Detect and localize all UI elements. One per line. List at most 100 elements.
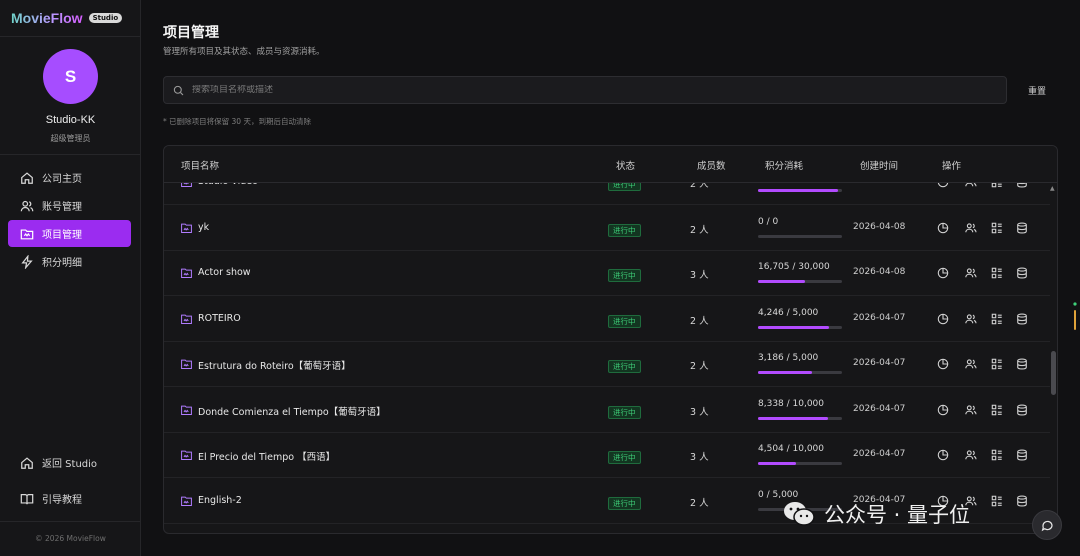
status-badge: 进行中 bbox=[608, 269, 641, 282]
storage-icon[interactable] bbox=[1016, 221, 1028, 234]
member-count: 2 人 bbox=[690, 183, 709, 190]
stats-icon[interactable] bbox=[937, 183, 949, 188]
members-icon[interactable] bbox=[965, 404, 977, 416]
projects-table: 项目名称 状态 成员数 积分消耗 创建时间 操作 Studio Video 进行中… bbox=[163, 145, 1058, 534]
credits-usage: 3,186 / 5,000 bbox=[758, 353, 819, 363]
credits-progress-fill bbox=[758, 371, 812, 374]
details-icon[interactable] bbox=[991, 222, 1003, 234]
reset-button[interactable]: 重置 bbox=[1020, 82, 1054, 98]
details-icon[interactable] bbox=[991, 495, 1003, 507]
project-folder-icon bbox=[181, 223, 192, 233]
details-icon[interactable] bbox=[991, 183, 1003, 188]
stats-icon[interactable] bbox=[937, 404, 949, 416]
members-icon[interactable] bbox=[965, 267, 977, 279]
sidebar-item-accounts[interactable]: 账号管理 bbox=[8, 192, 131, 219]
storage-icon[interactable] bbox=[1016, 358, 1028, 370]
created-date: 2026-04-07 bbox=[853, 449, 906, 459]
book-icon bbox=[20, 492, 34, 506]
chat-button[interactable] bbox=[1032, 510, 1062, 540]
scroll-up-arrow-icon[interactable]: ▲ bbox=[1050, 185, 1055, 192]
members-icon[interactable] bbox=[965, 313, 977, 325]
status-badge: 进行中 bbox=[608, 451, 641, 464]
project-name[interactable]: Studio Video bbox=[198, 183, 258, 187]
project-folder-icon bbox=[181, 183, 192, 187]
project-name[interactable]: Donde Comienza el Tiempo【葡萄牙语】 bbox=[198, 404, 386, 418]
member-count: 2 人 bbox=[690, 497, 709, 509]
column-header-status[interactable]: 状态 bbox=[616, 158, 635, 172]
stats-icon[interactable] bbox=[937, 313, 949, 325]
storage-icon[interactable] bbox=[1016, 494, 1028, 507]
sidebar-item-projects[interactable]: 项目管理 bbox=[8, 220, 131, 247]
sidebar-item-tutorial[interactable]: 引导教程 bbox=[8, 485, 131, 512]
divider bbox=[0, 154, 141, 155]
storage-icon[interactable] bbox=[1016, 312, 1028, 325]
members-icon[interactable] bbox=[965, 449, 977, 461]
sidebar-item-company-home[interactable]: 公司主页 bbox=[8, 164, 131, 191]
members-icon[interactable] bbox=[965, 222, 977, 234]
divider bbox=[0, 36, 141, 37]
project-folder-icon bbox=[181, 496, 192, 506]
column-header-credits[interactable]: 积分消耗 bbox=[765, 158, 803, 172]
storage-icon[interactable] bbox=[1016, 449, 1028, 461]
project-name[interactable]: yk bbox=[198, 222, 209, 233]
stats-icon[interactable] bbox=[937, 267, 949, 279]
details-icon[interactable] bbox=[991, 313, 1003, 325]
retention-note: * 已删除项目将保留 30 天，到期后自动清除 bbox=[163, 117, 311, 126]
project-name[interactable]: English-2 bbox=[198, 495, 242, 506]
project-name[interactable]: El Precio del Tiempo 【西语】 bbox=[198, 449, 335, 463]
column-header-created[interactable]: 创建时间 bbox=[860, 158, 898, 172]
project-name[interactable]: Estrutura do Roteiro【葡萄牙语】 bbox=[198, 358, 351, 372]
search-icon bbox=[173, 85, 184, 95]
table-row[interactable]: Studio Video 进行中 2 人 2026-04-10 bbox=[164, 183, 1050, 205]
member-count: 3 人 bbox=[690, 406, 709, 418]
user-role: 超级管理员 bbox=[50, 134, 91, 143]
table-row[interactable]: Actor show 进行中 3 人 16,705 / 30,000 2026-04-0… bbox=[164, 251, 1050, 296]
status-badge: 进行中 bbox=[608, 223, 641, 237]
sidebar-item-label: 账号管理 bbox=[42, 202, 82, 213]
brand-logo-text: MovieFlow bbox=[11, 10, 83, 26]
details-icon[interactable] bbox=[991, 449, 1003, 461]
stats-icon[interactable] bbox=[937, 222, 949, 234]
credits-usage: 4,504 / 10,000 bbox=[758, 444, 825, 454]
member-count: 3 人 bbox=[690, 452, 709, 463]
created-date: 2026-04-07 bbox=[853, 403, 906, 414]
project-name[interactable]: Actor show bbox=[198, 267, 251, 278]
avatar[interactable]: S bbox=[43, 49, 98, 104]
details-icon[interactable] bbox=[991, 358, 1003, 370]
column-header-members[interactable]: 成员数 bbox=[697, 158, 726, 172]
table-body: Studio Video 进行中 2 人 2026-04-10 yk 进行中 2 人 0 / … bbox=[164, 183, 1057, 533]
members-icon[interactable] bbox=[965, 358, 977, 370]
folder-icon bbox=[20, 227, 34, 241]
edge-indicator bbox=[1073, 302, 1077, 330]
chat-bubble-icon bbox=[1041, 520, 1053, 531]
member-count: 3 人 bbox=[690, 270, 709, 281]
project-name[interactable]: ROTEIRO bbox=[198, 313, 241, 324]
storage-icon[interactable] bbox=[1016, 267, 1028, 279]
sidebar-item-label: 项目管理 bbox=[42, 230, 82, 241]
sidebar-item-credits[interactable]: 积分明细 bbox=[8, 248, 131, 275]
watermark: 公众号 · 量子位 bbox=[782, 494, 970, 534]
sidebar-item-label: 公司主页 bbox=[42, 174, 82, 185]
sidebar-item-back-to-studio[interactable]: 返回 Studio bbox=[8, 449, 131, 476]
table-row[interactable]: Estrutura do Roteiro【葡萄牙语】 进行中 2 人 3,186 / … bbox=[164, 342, 1050, 387]
table-row[interactable]: Donde Comienza el Tiempo【葡萄牙语】 进行中 3 人 8,33… bbox=[164, 388, 1050, 433]
members-icon[interactable] bbox=[965, 183, 977, 188]
storage-icon[interactable] bbox=[1016, 183, 1028, 188]
table-row[interactable]: yk 进行中 2 人 0 / 0 2026-04-08 bbox=[164, 206, 1050, 251]
stats-icon[interactable] bbox=[937, 449, 949, 461]
details-icon[interactable] bbox=[991, 267, 1003, 279]
project-folder-icon bbox=[181, 314, 192, 324]
details-icon[interactable] bbox=[991, 404, 1003, 416]
table-row[interactable]: El Precio del Tiempo 【西语】 进行中 3 人 4,504 / 1… bbox=[164, 433, 1050, 478]
search-input[interactable] bbox=[192, 85, 972, 95]
project-folder-icon bbox=[181, 359, 192, 369]
column-header-name[interactable]: 项目名称 bbox=[181, 158, 219, 172]
storage-icon[interactable] bbox=[1016, 403, 1028, 416]
stats-icon[interactable] bbox=[937, 358, 949, 370]
credits-progress-fill bbox=[758, 325, 829, 329]
table-scrollbar-thumb[interactable] bbox=[1051, 351, 1056, 395]
users-icon bbox=[20, 199, 34, 213]
table-row[interactable]: ROTEIRO 进行中 2 人 4,246 / 5,000 2026-04-07 bbox=[164, 297, 1050, 342]
brand[interactable]: MovieFlow Studio bbox=[11, 10, 123, 26]
sidebar-item-label: 引导教程 bbox=[42, 495, 82, 506]
